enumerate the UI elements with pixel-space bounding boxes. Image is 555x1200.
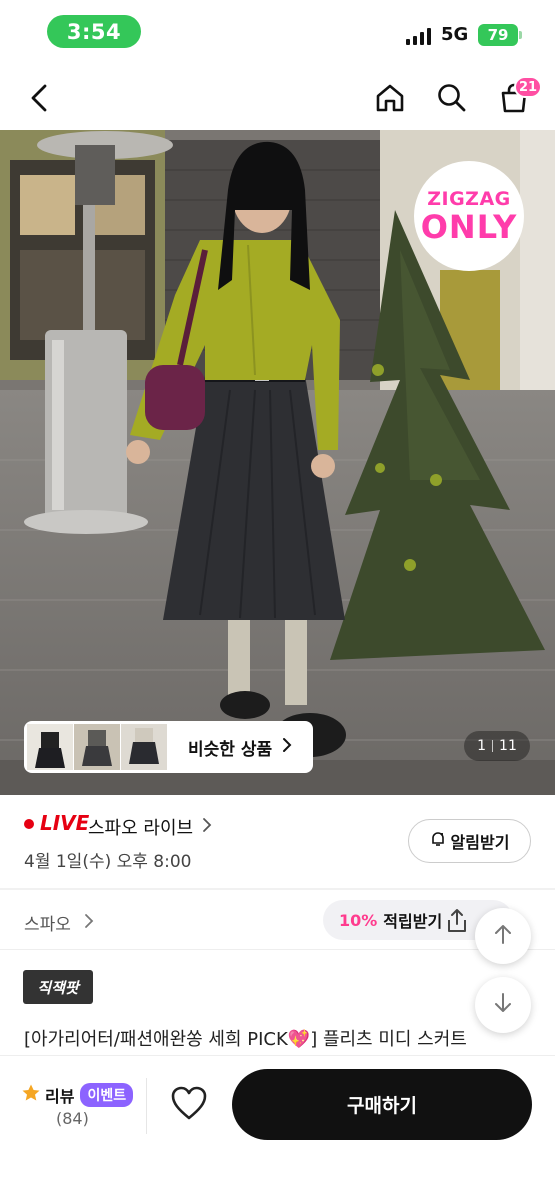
arrow-up-icon bbox=[493, 923, 513, 949]
status-time: 3:54 bbox=[47, 15, 141, 48]
star-icon bbox=[21, 1083, 41, 1107]
alarm-button[interactable]: 알림받기 bbox=[408, 819, 531, 863]
review-button[interactable]: 리뷰 이벤트 bbox=[21, 1083, 134, 1107]
chevron-right-icon bbox=[202, 817, 212, 837]
live-dot-icon bbox=[24, 819, 34, 829]
product-name: [아가리어터/패션애완쏭 세희 PICK💖] 플리츠 미디 스커트 bbox=[24, 1029, 467, 1050]
similar-thumb-2 bbox=[74, 724, 120, 770]
chevron-right-icon bbox=[84, 913, 94, 933]
alarm-label: 알림받기 bbox=[450, 833, 510, 852]
similar-products-button[interactable]: 비슷한 상품 bbox=[24, 721, 313, 773]
zigzag-badge-line1: ZIGZAG bbox=[427, 187, 511, 210]
scroll-up-button[interactable] bbox=[475, 908, 531, 964]
live-title-link[interactable]: 스파오 라이브 bbox=[88, 814, 193, 840]
network-type: 5G bbox=[441, 24, 469, 45]
jackpot-badge: 직잭팟 bbox=[23, 970, 93, 1004]
review-count: (84) bbox=[56, 1109, 89, 1128]
pager-current: 1 bbox=[477, 738, 487, 754]
review-label: 리뷰 bbox=[45, 1087, 75, 1106]
live-date: 4월 1일(수) 오후 8:00 bbox=[24, 852, 192, 872]
event-badge: 이벤트 bbox=[80, 1083, 134, 1107]
bottom-bar-separator bbox=[146, 1078, 147, 1134]
zigzag-badge-line2: ONLY bbox=[420, 207, 518, 246]
pager-separator bbox=[492, 740, 494, 752]
brand-link[interactable]: 스파오 bbox=[24, 910, 71, 935]
heart-icon[interactable] bbox=[170, 1085, 208, 1125]
bell-icon bbox=[430, 831, 446, 851]
zigzag-only-badge: ZIGZAG ONLY bbox=[414, 161, 524, 271]
points-percent: 10% bbox=[339, 910, 378, 930]
similar-products-label: 비슷한 상품 bbox=[188, 739, 273, 760]
image-pager: 1 11 bbox=[464, 731, 530, 761]
buy-button[interactable]: 구매하기 bbox=[232, 1069, 532, 1140]
signal-icon bbox=[406, 27, 431, 45]
status-bar: 3:54 5G 79 bbox=[0, 0, 555, 66]
home-icon[interactable] bbox=[370, 78, 410, 118]
nav-bar bbox=[0, 66, 555, 130]
live-tag: LIVE bbox=[40, 811, 90, 835]
battery-icon: 79 bbox=[478, 24, 522, 46]
pager-total: 11 bbox=[499, 738, 517, 754]
back-icon[interactable] bbox=[20, 78, 60, 118]
arrow-down-icon bbox=[493, 992, 513, 1018]
search-icon[interactable] bbox=[432, 78, 472, 118]
points-label: 적립받기 bbox=[383, 912, 443, 931]
battery-level: 79 bbox=[487, 26, 509, 44]
share-icon[interactable] bbox=[443, 907, 471, 939]
chevron-right-icon bbox=[282, 737, 292, 757]
brand-row: 스파오 10% 적립받기 bbox=[0, 890, 555, 950]
similar-thumb-3 bbox=[121, 724, 167, 770]
similar-thumb-1 bbox=[27, 724, 73, 770]
live-section: LIVE 스파오 라이브 4월 1일(수) 오후 8:00 알림받기 bbox=[0, 795, 555, 888]
cart-count-badge: 21 bbox=[514, 76, 542, 98]
